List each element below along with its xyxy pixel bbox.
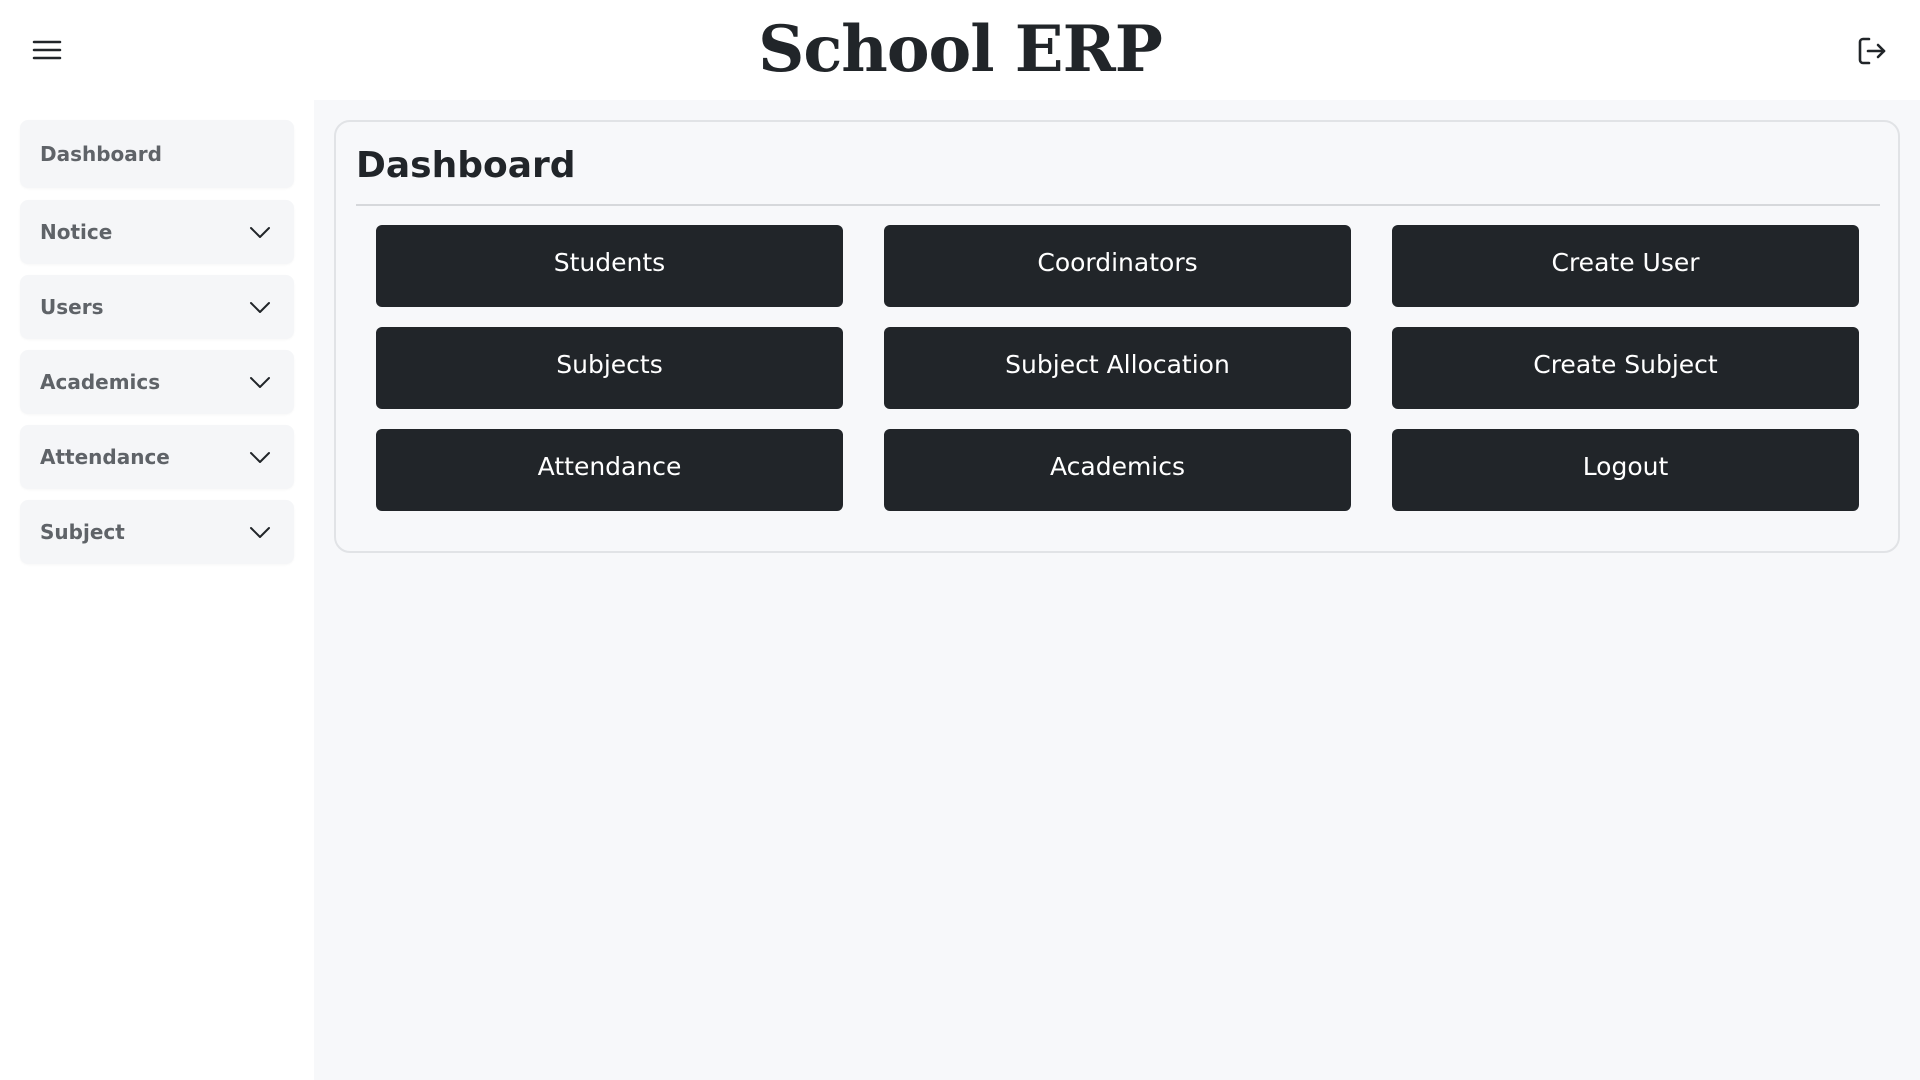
chevron-down-icon (250, 527, 270, 538)
sidebar-item-label: Subject (40, 520, 125, 544)
sidebar-item-notice[interactable]: Notice (20, 200, 294, 264)
subjects-button[interactable]: Subjects (376, 327, 843, 409)
dashboard-card: Dashboard Students Coordinators Create U… (334, 120, 1900, 553)
sidebar-item-label: Attendance (40, 445, 170, 469)
title-divider (356, 204, 1880, 206)
sidebar: Dashboard Notice Users Academics Attenda… (0, 100, 314, 1080)
sidebar-item-label: Notice (40, 220, 113, 244)
sidebar-item-dashboard[interactable]: Dashboard (20, 120, 294, 188)
create-subject-button[interactable]: Create Subject (1392, 327, 1859, 409)
logout-icon (1858, 37, 1886, 64)
header-logout-button[interactable] (1852, 32, 1892, 72)
sidebar-item-label: Users (40, 295, 104, 319)
chevron-down-icon (250, 227, 270, 238)
students-button[interactable]: Students (376, 225, 843, 307)
coordinators-button[interactable]: Coordinators (884, 225, 1351, 307)
sidebar-item-label: Dashboard (40, 142, 162, 166)
main-content: Dashboard Students Coordinators Create U… (314, 100, 1920, 1080)
app-title: School ERP (758, 12, 1163, 87)
chevron-down-icon (250, 377, 270, 388)
subject-allocation-button[interactable]: Subject Allocation (884, 327, 1351, 409)
app-header: School ERP (0, 0, 1920, 100)
page-title: Dashboard (356, 145, 576, 186)
sidebar-item-attendance[interactable]: Attendance (20, 425, 294, 489)
academics-button[interactable]: Academics (884, 429, 1351, 511)
attendance-button[interactable]: Attendance (376, 429, 843, 511)
sidebar-item-users[interactable]: Users (20, 275, 294, 339)
sidebar-item-label: Academics (40, 370, 161, 394)
sidebar-item-academics[interactable]: Academics (20, 350, 294, 414)
chevron-down-icon (250, 302, 270, 313)
logout-button[interactable]: Logout (1392, 429, 1859, 511)
chevron-down-icon (250, 452, 270, 463)
sidebar-item-subject[interactable]: Subject (20, 500, 294, 564)
create-user-button[interactable]: Create User (1392, 225, 1859, 307)
